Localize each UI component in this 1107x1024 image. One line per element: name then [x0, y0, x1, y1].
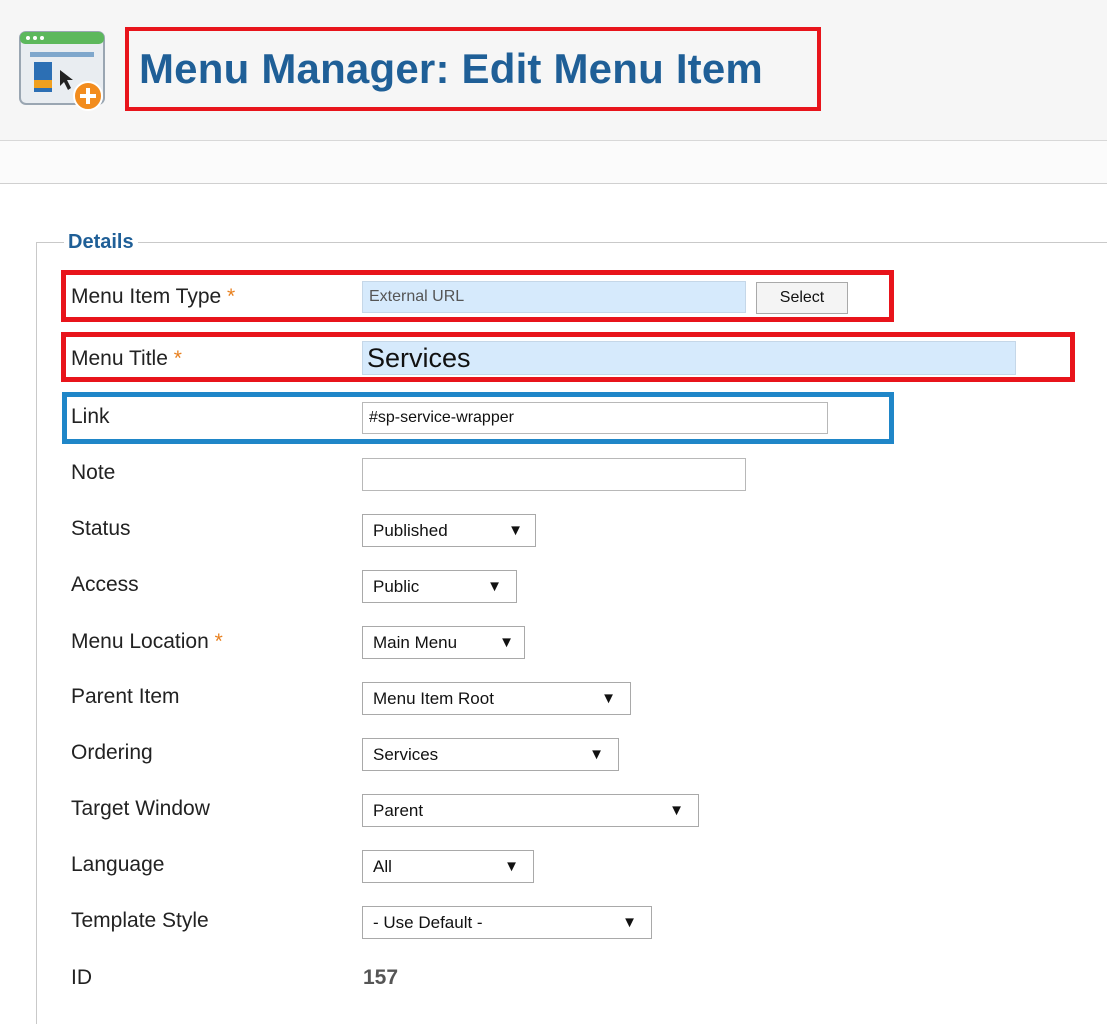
ordering-label: Ordering: [71, 741, 153, 764]
fieldset-border-top: [36, 242, 1107, 243]
dropdown-arrow-icon: ▼: [487, 578, 502, 595]
menu-item-type-field: External URL: [362, 281, 746, 313]
note-input[interactable]: [362, 458, 746, 491]
template-style-label: Template Style: [71, 909, 209, 932]
details-legend: Details: [64, 228, 138, 256]
required-marker: *: [173, 347, 182, 370]
link-input[interactable]: #sp-service-wrapper: [362, 402, 828, 434]
page-title: Menu Manager: Edit Menu Item: [139, 45, 763, 92]
dropdown-arrow-icon: ▼: [669, 802, 684, 819]
page-header: Menu Manager: Edit Menu Item: [0, 0, 1107, 141]
parent-item-select[interactable]: Menu Item Root ▼: [362, 682, 631, 715]
menu-title-label: Menu Title *: [71, 347, 182, 370]
toolbar-band: [0, 141, 1107, 184]
dropdown-arrow-icon: ▼: [601, 690, 616, 707]
target-window-label: Target Window: [71, 797, 210, 820]
ordering-select[interactable]: Services ▼: [362, 738, 619, 771]
status-select[interactable]: Published ▼: [362, 514, 536, 547]
id-label: ID: [71, 966, 92, 989]
language-label: Language: [71, 853, 165, 876]
fieldset-border-left: [36, 242, 37, 1024]
dropdown-arrow-icon: ▼: [622, 914, 637, 931]
dropdown-arrow-icon: ▼: [589, 746, 604, 763]
language-select[interactable]: All ▼: [362, 850, 534, 883]
menu-item-add-icon: [18, 28, 106, 116]
access-label: Access: [71, 573, 139, 596]
access-select[interactable]: Public ▼: [362, 570, 517, 603]
target-window-select[interactable]: Parent ▼: [362, 794, 699, 827]
dropdown-arrow-icon: ▼: [508, 522, 523, 539]
link-label: Link: [71, 405, 110, 428]
template-style-select[interactable]: - Use Default - ▼: [362, 906, 652, 939]
menu-location-select[interactable]: Main Menu ▼: [362, 626, 525, 659]
required-marker: *: [227, 285, 236, 308]
dropdown-arrow-icon: ▼: [504, 858, 519, 875]
status-label: Status: [71, 517, 131, 540]
dropdown-arrow-icon: ▼: [499, 634, 514, 651]
parent-item-label: Parent Item: [71, 685, 180, 708]
menu-item-type-label: Menu Item Type *: [71, 285, 236, 308]
menu-location-label: Menu Location *: [71, 630, 223, 653]
menu-title-input[interactable]: Services: [362, 341, 1016, 375]
id-value: 157: [363, 966, 399, 989]
note-label: Note: [71, 461, 116, 484]
select-type-button[interactable]: Select: [756, 282, 848, 314]
required-marker: *: [214, 630, 223, 653]
